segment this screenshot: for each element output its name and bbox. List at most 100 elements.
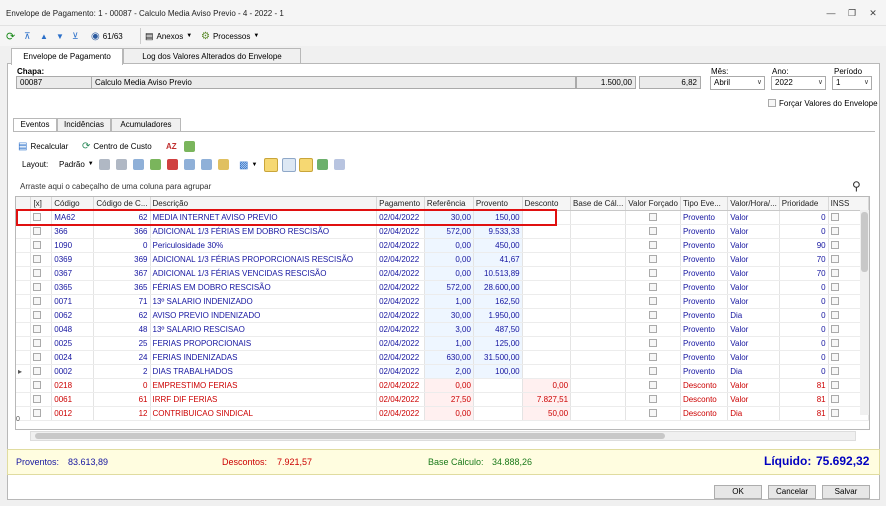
row-select-checkbox[interactable] — [33, 367, 42, 376]
row-select-checkbox[interactable] — [33, 339, 42, 348]
restore-icon[interactable]: ❐ — [845, 6, 859, 20]
force-values-checkbox[interactable] — [768, 99, 776, 107]
inss-checkbox[interactable] — [830, 325, 839, 334]
row-select-checkbox[interactable] — [33, 395, 42, 404]
row-select-checkbox[interactable] — [33, 409, 42, 418]
chart-button[interactable]: ▩ ▼ — [239, 157, 257, 173]
forced-value-checkbox[interactable] — [649, 297, 658, 306]
copy-layout-icon[interactable] — [116, 159, 127, 170]
mes-select[interactable]: Abril ∨ — [710, 76, 765, 90]
row-select-checkbox[interactable] — [33, 283, 42, 292]
table-row[interactable]: 0062 62 AVISO PREVIO INDENIZADO 02/04/2022 3… — [16, 308, 869, 323]
col-header[interactable]: Prioridade — [779, 197, 829, 211]
row-select-checkbox[interactable] — [33, 297, 42, 306]
horizontal-scrollbar[interactable] — [30, 431, 856, 441]
row-select-checkbox[interactable] — [33, 311, 42, 320]
forced-value-checkbox[interactable] — [649, 381, 658, 390]
table-row[interactable]: 0218 0 EMPRESTIMO FERIAS 02/04/2022 0,00 0,00… — [16, 378, 869, 393]
inss-checkbox[interactable] — [830, 353, 839, 362]
col-header[interactable]: Tipo Eve... — [680, 197, 729, 211]
minimize-icon[interactable]: — — [824, 6, 838, 20]
table-row[interactable]: 0048 48 13º SALARIO RESCISAO 02/04/2022 3,00… — [16, 322, 869, 337]
view-mode-1-icon[interactable] — [264, 158, 278, 172]
row-select-checkbox[interactable] — [33, 325, 42, 334]
import-layout-icon[interactable] — [150, 159, 161, 170]
periodo-select[interactable]: 1 ∨ — [832, 76, 872, 90]
search-icon[interactable]: ⚲ — [852, 179, 861, 193]
table-row[interactable]: 0012 12 CONTRIBUICAO SINDICAL 02/04/2022 0,0… — [16, 406, 869, 421]
close-icon[interactable]: ✕ — [866, 6, 880, 20]
save-layout-icon[interactable] — [99, 159, 110, 170]
col-header[interactable]: Valor/Hora/... — [727, 197, 780, 211]
inss-checkbox[interactable] — [830, 311, 839, 320]
col-header[interactable]: Valor Forçado — [625, 197, 681, 211]
table-row[interactable]: ▸ 0002 2 DIAS TRABALHADOS 02/04/2022 2,00 100,… — [16, 364, 869, 379]
forced-value-checkbox[interactable] — [649, 353, 658, 362]
inss-checkbox[interactable] — [830, 409, 839, 418]
forced-value-checkbox[interactable] — [649, 311, 658, 320]
row-select-checkbox[interactable] — [33, 353, 42, 362]
inss-checkbox[interactable] — [830, 227, 839, 236]
ok-button[interactable]: OK — [714, 485, 762, 499]
processes-button[interactable]: ⚙ Processos ▼ — [201, 28, 259, 44]
forced-value-checkbox[interactable] — [649, 367, 658, 376]
forced-value-checkbox[interactable] — [649, 255, 658, 264]
attachments-button[interactable]: ▤ Anexos ▼ — [140, 28, 192, 44]
forced-value-checkbox[interactable] — [649, 409, 658, 418]
tab-envelope[interactable]: Envelope de Pagamento — [11, 48, 123, 65]
table-row[interactable]: 0367 367 ADICIONAL 1/3 FÉRIAS VENCIDAS RES… — [16, 266, 869, 281]
table-row[interactable]: 0061 61 IRRF DIF FERIAS 02/04/2022 27,50 7.82… — [16, 392, 869, 407]
previous-record-button[interactable]: ▲ — [40, 28, 48, 44]
inss-checkbox[interactable] — [830, 297, 839, 306]
inss-checkbox[interactable] — [830, 213, 839, 222]
vertical-scrollbar[interactable] — [860, 210, 869, 415]
row-select-checkbox[interactable] — [33, 381, 42, 390]
filter-icon[interactable] — [184, 159, 195, 170]
cost-center-button[interactable]: ⟳ Centro de Custo — [82, 138, 152, 154]
table-row[interactable]: 0369 369 ADICIONAL 1/3 FÉRIAS PROPORCIONAI… — [16, 252, 869, 267]
cancel-button[interactable]: Cancelar — [768, 485, 816, 499]
inss-checkbox[interactable] — [830, 339, 839, 348]
table-row[interactable]: 0025 25 FERIAS PROPORCIONAIS 02/04/2022 1,00… — [16, 336, 869, 351]
inss-checkbox[interactable] — [830, 367, 839, 376]
last-record-button[interactable]: ⊻ — [72, 28, 79, 44]
delete-layout-icon[interactable] — [167, 159, 178, 170]
ano-select[interactable]: 2022 ∨ — [771, 76, 826, 90]
next-record-button[interactable]: ▼ — [56, 28, 64, 44]
font-icon[interactable] — [334, 159, 345, 170]
inss-checkbox[interactable] — [830, 395, 839, 404]
layout-select[interactable]: Padrão ▼ — [59, 156, 94, 172]
row-select-checkbox[interactable] — [33, 227, 42, 236]
vertical-scroll-thumb[interactable] — [861, 212, 868, 272]
inss-checkbox[interactable] — [830, 269, 839, 278]
chapa-code-field[interactable]: 00087 — [16, 76, 92, 89]
table-row[interactable]: 366 366 ADICIONAL 1/3 FÉRIAS EM DOBRO RESC… — [16, 224, 869, 239]
new-layout-icon[interactable] — [133, 159, 144, 170]
col-header[interactable]: INSS — [828, 197, 869, 211]
forced-value-checkbox[interactable] — [649, 269, 658, 278]
row-select-checkbox[interactable] — [33, 241, 42, 250]
inss-checkbox[interactable] — [830, 283, 839, 292]
inss-checkbox[interactable] — [830, 241, 839, 250]
tab-eventos[interactable]: Eventos — [13, 118, 57, 131]
columns-icon[interactable] — [201, 159, 212, 170]
view-mode-2-icon[interactable] — [282, 158, 296, 172]
sort-az-button[interactable]: AZ — [166, 138, 177, 154]
tab-log[interactable]: Log dos Valores Alterados do Envelope — [123, 48, 301, 64]
table-row[interactable]: 0024 24 FERIAS INDENIZADAS 02/04/2022 630,00… — [16, 350, 869, 365]
table-row[interactable]: 0365 365 FÉRIAS EM DOBRO RESCISÃO 02/04/202… — [16, 280, 869, 295]
table-row[interactable]: 1090 0 Periculosidade 30% 02/04/2022 0,00 450… — [16, 238, 869, 253]
first-record-button[interactable]: ⊼ — [24, 28, 31, 44]
row-select-checkbox[interactable] — [33, 255, 42, 264]
forced-value-checkbox[interactable] — [649, 339, 658, 348]
refresh-button[interactable]: ⟳ — [6, 28, 15, 44]
col-header[interactable]: Base de Cál... — [570, 197, 627, 211]
tab-incidencias[interactable]: Incidências — [57, 118, 111, 131]
tab-acumuladores[interactable]: Acumuladores — [111, 118, 181, 131]
horizontal-scroll-thumb[interactable] — [35, 433, 665, 439]
excel-icon[interactable] — [317, 159, 328, 170]
find-record-button[interactable]: ◉ 61/63 — [91, 28, 123, 44]
forced-value-checkbox[interactable] — [649, 241, 658, 250]
forced-value-checkbox[interactable] — [649, 213, 658, 222]
print-icon[interactable] — [218, 159, 229, 170]
